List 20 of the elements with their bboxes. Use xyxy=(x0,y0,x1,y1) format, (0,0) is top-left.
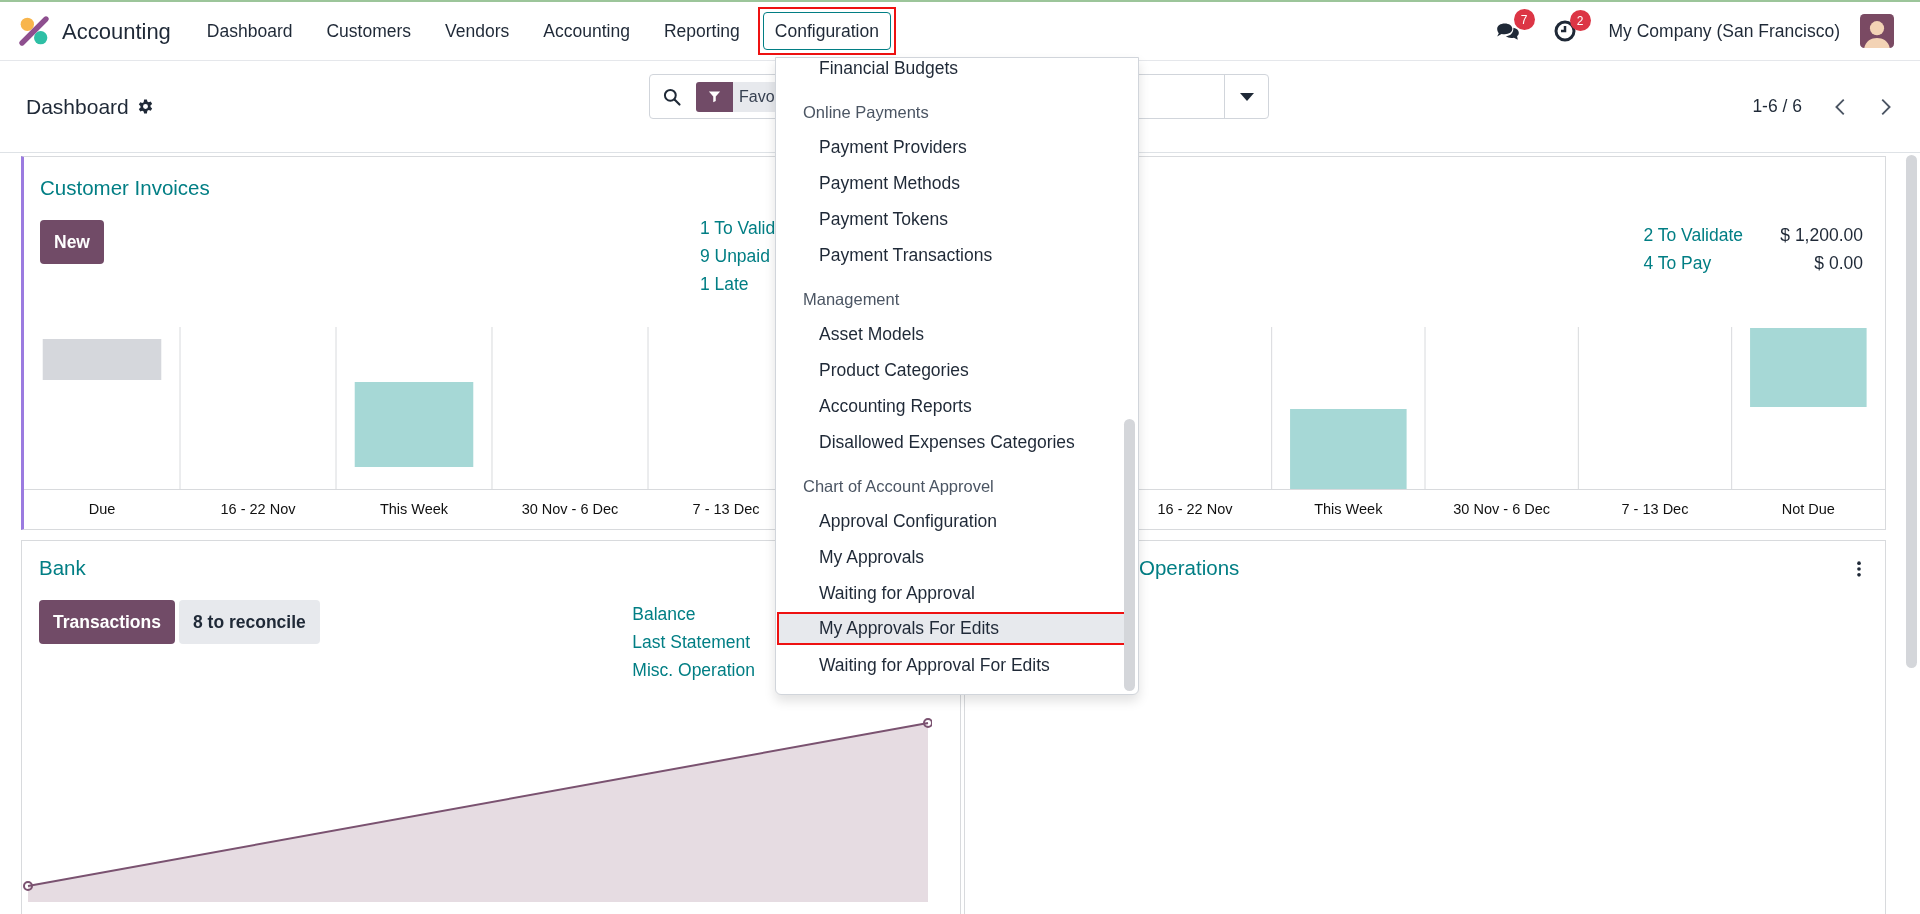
chart-axis-label: This Week xyxy=(1313,500,1384,519)
amount-value: $ 1,200.00 xyxy=(1779,224,1863,247)
menu-section-header: Management xyxy=(802,289,901,310)
app-name: Accounting xyxy=(62,17,171,46)
menu-section-header: Chart of Account Approvel xyxy=(802,476,995,497)
chart-axis-label: Not Due xyxy=(1780,500,1836,519)
page-title: Dashboard xyxy=(26,93,129,120)
chart-axis-label: 7 - 13 Dec xyxy=(691,500,761,519)
amount-value: $ 0.00 xyxy=(1813,252,1863,275)
notification-badge: 2 xyxy=(1569,10,1591,31)
chart-axis-label: 16 - 22 Nov xyxy=(219,500,297,519)
chart-axis-label: 30 Nov - 6 Dec xyxy=(1452,500,1551,519)
chart-axis-label: This Week xyxy=(378,500,450,519)
menu-section-header: Online Payments xyxy=(802,102,930,123)
notification-badge: 7 xyxy=(1513,9,1535,30)
chart-axis-label: 7 - 13 Dec xyxy=(1620,500,1690,519)
pager-value: 1-6 / 6 xyxy=(1752,95,1802,119)
chart-axis-label: 30 Nov - 6 Dec xyxy=(520,500,620,519)
chart-axis-label: Due xyxy=(87,500,117,519)
chart-axis-label: 16 - 22 Nov xyxy=(1156,500,1234,519)
